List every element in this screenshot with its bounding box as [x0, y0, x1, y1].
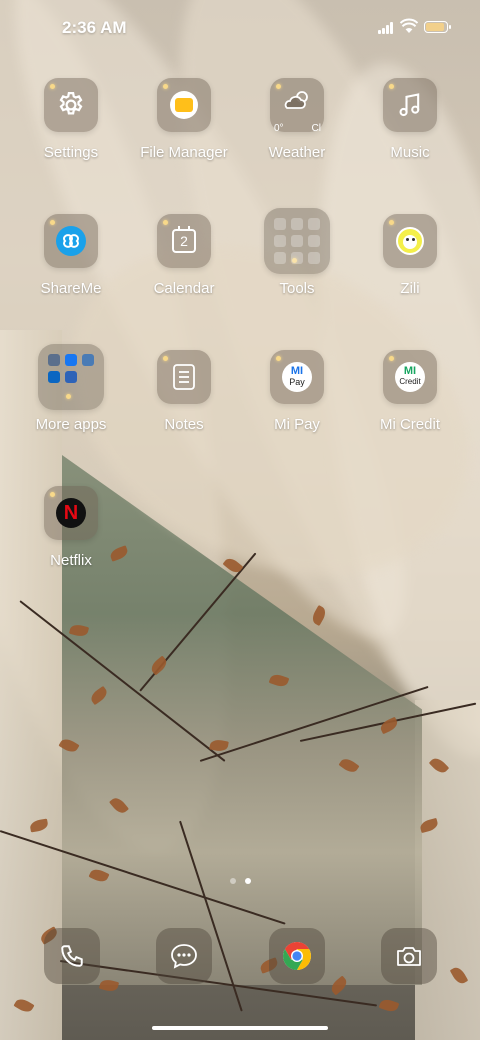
message-icon [171, 944, 197, 969]
app-music[interactable]: Music [355, 78, 465, 188]
mi-credit-icon: MI Credit [395, 362, 425, 392]
calendar-day: 2 [180, 233, 188, 249]
app-label: Settings [43, 144, 99, 161]
app-label: File Manager [140, 144, 228, 161]
app-weather[interactable]: 0° Cl Weather [242, 78, 352, 188]
status-bar: 2:36 AM [0, 0, 480, 56]
app-label: More apps [35, 416, 107, 433]
app-label: Tools [279, 280, 315, 297]
app-shareme[interactable]: ShareMe [16, 214, 126, 324]
app-label: Weather [268, 144, 326, 161]
app-label: Mi Pay [274, 416, 320, 433]
folder-icon [170, 91, 198, 119]
battery-icon [424, 21, 451, 33]
weather-icon [284, 90, 308, 109]
dock-camera[interactable] [381, 928, 437, 984]
dock-chrome[interactable] [269, 928, 325, 984]
clock: 2:36 AM [62, 18, 127, 37]
app-notes[interactable]: Notes [129, 350, 239, 460]
gear-icon [59, 92, 83, 115]
calendar-icon: 2 [172, 226, 196, 253]
mi-logo: MI [290, 365, 304, 377]
app-label: Notes [164, 416, 204, 433]
weather-condition: Cl [311, 123, 321, 134]
mi-pay-text: Pay [289, 377, 305, 387]
home-screen: 2:36 AM Settings File Manager 0° Cl Weat… [0, 0, 480, 1040]
home-gesture-bar[interactable] [152, 1026, 328, 1030]
chrome-icon [283, 942, 311, 970]
mi-credit-text: Credit [399, 377, 421, 386]
app-settings[interactable]: Settings [16, 78, 126, 188]
notes-icon [173, 364, 195, 390]
netflix-icon: N [56, 498, 86, 528]
app-label: Mi Credit [379, 416, 440, 433]
phone-icon [61, 945, 83, 967]
dock-messaging[interactable] [156, 928, 212, 984]
shareme-icon [56, 226, 86, 256]
app-mi-credit[interactable]: MI Credit Mi Credit [355, 350, 465, 460]
app-label: Netflix [50, 552, 92, 569]
app-netflix[interactable]: N Netflix [16, 486, 126, 596]
camera-icon [397, 947, 421, 966]
netflix-logo: N [63, 502, 79, 524]
app-label: Calendar [153, 280, 215, 297]
zili-icon [396, 227, 424, 255]
signal-icon [378, 22, 396, 34]
app-label: ShareMe [40, 280, 102, 297]
wifi-icon [400, 18, 418, 33]
app-zili[interactable]: Zili [355, 214, 465, 324]
music-note-icon [399, 93, 420, 117]
app-label: Zili [400, 280, 420, 297]
app-calendar[interactable]: 2 Calendar [129, 214, 239, 324]
mi-pay-icon: MI Pay [282, 362, 312, 392]
weather-temp: 0° [274, 123, 284, 134]
folder-tools[interactable]: Tools [242, 208, 352, 324]
dock-phone[interactable] [44, 928, 100, 984]
app-file-manager[interactable]: File Manager [129, 78, 239, 188]
folder-more-apps[interactable]: More apps [16, 344, 126, 460]
app-mi-pay[interactable]: MI Pay Mi Pay [242, 350, 352, 460]
mi-logo: MI [403, 365, 417, 377]
page-indicator-2[interactable] [245, 878, 251, 884]
page-indicator-1[interactable] [230, 878, 236, 884]
app-label: Music [390, 144, 430, 161]
